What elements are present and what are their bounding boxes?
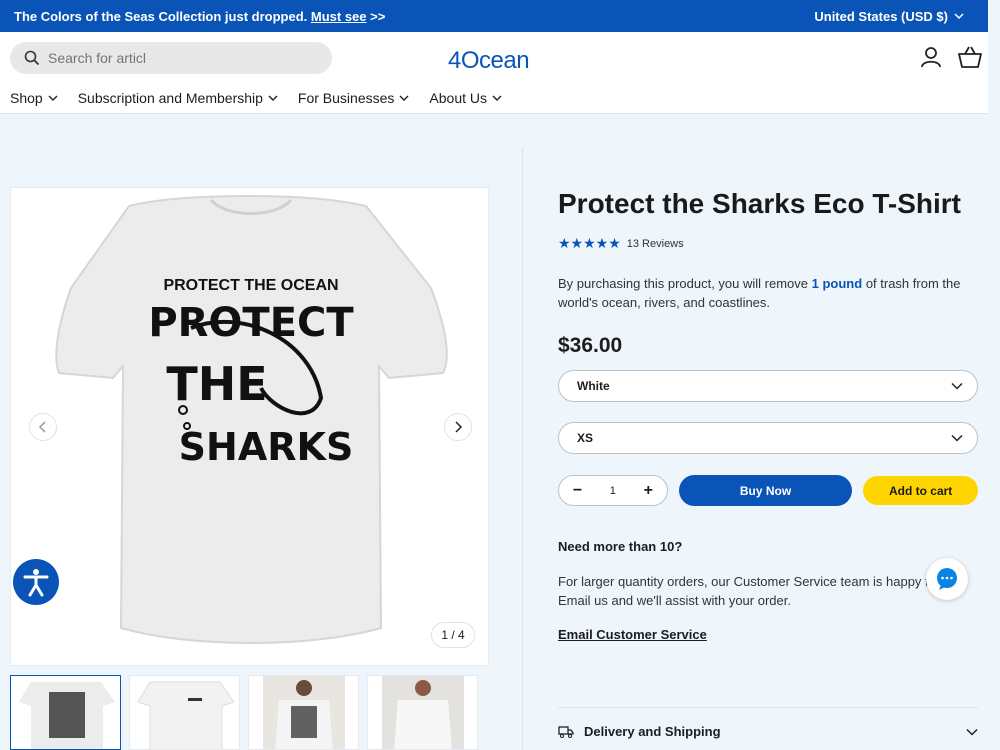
chevron-down-icon: [399, 95, 409, 101]
site-logo[interactable]: 4Ocean: [448, 44, 546, 81]
buy-now-button[interactable]: Buy Now: [678, 475, 853, 506]
shirt-print-word: PROTECT: [148, 300, 354, 346]
main-nav: Shop Subscription and Membership For Bus…: [10, 90, 502, 106]
product-info: Protect the Sharks Eco T-Shirt ★★★★★ 13 …: [558, 187, 978, 642]
increment-button[interactable]: +: [644, 482, 653, 500]
add-to-cart-button[interactable]: Add to cart: [863, 476, 978, 505]
thumbnail[interactable]: [248, 675, 359, 750]
thumb-image: [382, 676, 464, 749]
color-value: White: [577, 379, 610, 393]
thumb-image: [137, 681, 235, 749]
email-customer-service-link[interactable]: Email Customer Service: [558, 627, 978, 642]
chat-button[interactable]: [926, 558, 968, 600]
chevron-left-icon: [38, 421, 46, 433]
nav-label: For Businesses: [297, 90, 395, 106]
announcement-text: The Colors of the Seas Collection just d…: [14, 8, 308, 24]
impact-description: By purchasing this product, you will rem…: [558, 274, 978, 312]
gallery-prev-button[interactable]: [29, 413, 57, 441]
site-header: 4Ocean Shop Subscription and Membership …: [0, 32, 988, 114]
header-icons: [920, 46, 982, 68]
chevron-down-icon: [966, 728, 978, 736]
quantity-value[interactable]: 1: [610, 485, 616, 497]
chevron-down-icon: [954, 13, 964, 20]
accordion-delivery[interactable]: Delivery and Shipping: [558, 707, 978, 739]
nav-label: About Us: [429, 90, 487, 106]
chevron-down-icon: [48, 95, 58, 101]
product-image[interactable]: PROTECT THE OCEAN PROTECT THE SHARKS: [11, 188, 488, 665]
announcement-suffix: >>: [370, 8, 386, 24]
search-input[interactable]: [48, 50, 308, 66]
announcement-link[interactable]: Must see: [311, 9, 367, 24]
shirt-print-word: SHARKS: [179, 425, 354, 469]
accessibility-button[interactable]: [13, 559, 59, 605]
nav-item-subscription[interactable]: Subscription and Membership: [78, 90, 278, 106]
chevron-down-icon: [951, 382, 963, 390]
size-select[interactable]: XS: [558, 422, 978, 454]
color-select[interactable]: White: [558, 370, 978, 402]
product-price: $36.00: [558, 334, 623, 357]
chevron-down-icon: [268, 95, 278, 101]
chevron-down-icon: [951, 434, 963, 442]
size-value: XS: [577, 431, 594, 445]
thumbnail[interactable]: [367, 675, 478, 750]
accordion-label: Delivery and Shipping: [584, 724, 721, 739]
chat-icon: [937, 568, 957, 590]
nav-item-businesses[interactable]: For Businesses: [298, 90, 409, 106]
account-icon[interactable]: [920, 46, 942, 68]
nav-label: Subscription and Membership: [77, 90, 263, 106]
thumb-image: [263, 676, 345, 749]
gallery-thumbnails: [10, 675, 478, 750]
announcement-bar: The Colors of the Seas Collection just d…: [0, 0, 988, 32]
basket-icon[interactable]: [958, 46, 982, 68]
search-icon: [24, 50, 40, 66]
thumbnail[interactable]: [129, 675, 240, 750]
nav-item-about[interactable]: About Us: [429, 90, 502, 106]
chevron-down-icon: [492, 95, 502, 101]
thumbnail[interactable]: [10, 675, 121, 750]
product-title: Protect the Sharks Eco T-Shirt: [558, 188, 961, 219]
gallery-counter: 1 / 4: [431, 622, 475, 648]
star-rating-icon: ★★★★★: [558, 235, 621, 251]
column-divider: [522, 147, 523, 750]
currency-label: United States (USD $): [814, 8, 948, 24]
shirt-print-word: THE: [166, 357, 267, 411]
accessibility-icon: [23, 569, 49, 597]
quantity-stepper: − 1 +: [558, 475, 668, 506]
currency-selector[interactable]: United States (USD $): [814, 9, 964, 24]
search-bar[interactable]: [10, 42, 332, 74]
thumb-image: [19, 682, 115, 749]
product-rating[interactable]: ★★★★★ 13 Reviews: [558, 235, 978, 252]
desc-highlight: 1 pound: [811, 276, 863, 291]
product-gallery: PROTECT THE OCEAN PROTECT THE SHARKS 1 /…: [10, 187, 489, 666]
bulk-order-heading: Need more than 10?: [558, 539, 683, 554]
chevron-right-icon: [455, 421, 463, 433]
shirt-print-top: PROTECT THE OCEAN: [163, 277, 338, 294]
gallery-next-button[interactable]: [444, 413, 472, 441]
decrement-button[interactable]: −: [573, 482, 582, 500]
nav-label: Shop: [10, 90, 43, 106]
desc-text: By purchasing this product, you will rem…: [558, 276, 809, 291]
purchase-row: − 1 + Buy Now Add to cart: [558, 475, 978, 506]
bulk-order-text: For larger quantity orders, our Customer…: [558, 574, 968, 608]
logo-image: 4Ocean: [448, 47, 530, 74]
announcement-message: The Colors of the Seas Collection just d…: [14, 9, 814, 24]
truck-icon: [558, 725, 574, 738]
nav-item-shop[interactable]: Shop: [10, 90, 58, 106]
review-count: 13 Reviews: [626, 237, 684, 250]
logo-text: 4Ocean: [448, 47, 529, 74]
